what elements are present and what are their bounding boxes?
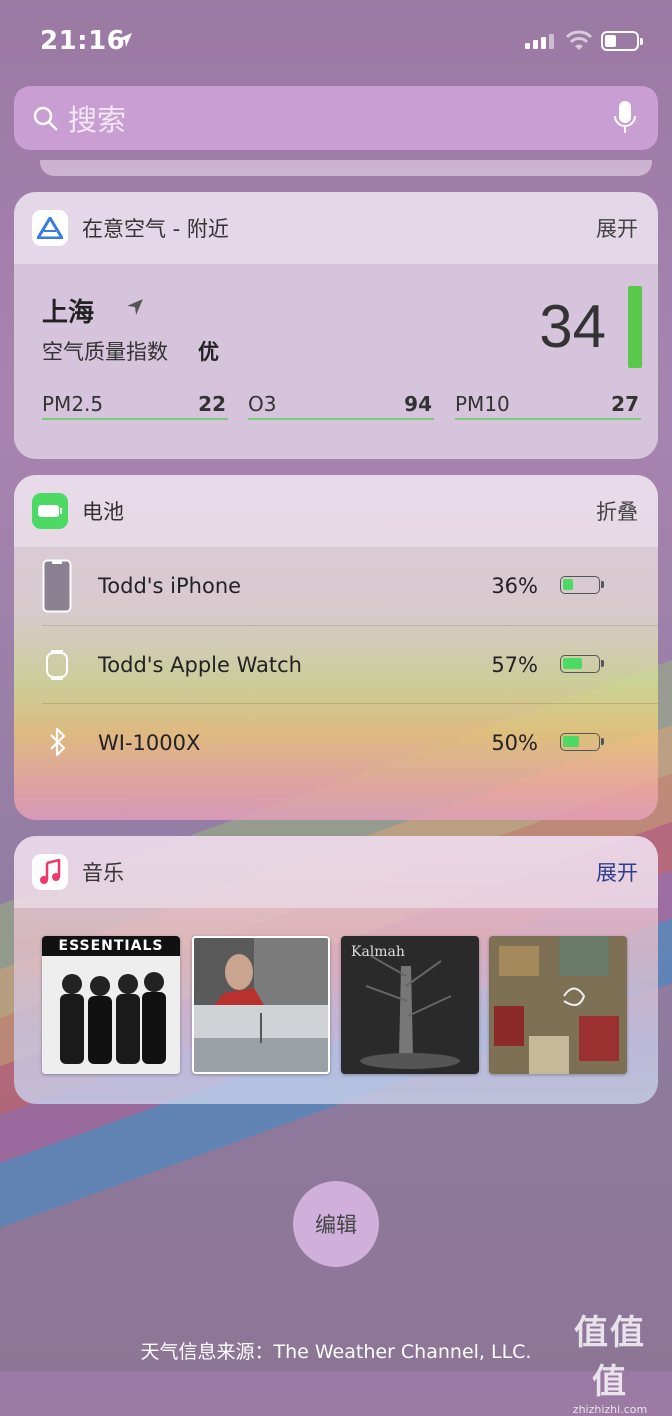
battery-percent: 57% bbox=[491, 653, 538, 677]
wifi-icon bbox=[565, 30, 593, 50]
expand-button[interactable]: 展开 bbox=[596, 213, 638, 243]
aqi-value: 34 bbox=[539, 293, 606, 360]
watch-icon bbox=[46, 650, 68, 680]
battery-app-icon bbox=[32, 493, 68, 529]
indicator-o3: O3 94 bbox=[248, 392, 434, 420]
widget-header[interactable]: 电池 折叠 bbox=[14, 475, 658, 547]
indicator-value: 22 bbox=[198, 392, 226, 416]
aqi-label: 空气质量指数 bbox=[42, 340, 168, 364]
search-bar[interactable]: 搜索 bbox=[14, 86, 658, 150]
battery-widget: 电池 折叠 Todd's iPhone 36% Todd's Apple Wat… bbox=[14, 475, 658, 820]
music-app-icon bbox=[32, 854, 68, 890]
status-bar: 21:16 bbox=[0, 0, 672, 80]
album-title-text: ESSENTIALS bbox=[42, 936, 180, 956]
device-name: Todd's Apple Watch bbox=[98, 653, 302, 677]
cellular-signal-icon bbox=[525, 34, 554, 49]
album-cover[interactable] bbox=[192, 936, 330, 1074]
watermark-logo: 值值值 bbox=[574, 1313, 646, 1402]
iphone-icon bbox=[42, 559, 72, 613]
album-art-image bbox=[360, 955, 460, 1069]
aqi-level: 优 bbox=[198, 340, 219, 364]
watermark-url: zhizhizhi.com bbox=[572, 1403, 648, 1416]
city-name: 上海 bbox=[42, 298, 95, 328]
battery-percent: 36% bbox=[491, 574, 538, 598]
aqi-level-bar bbox=[628, 286, 642, 368]
widget-peek-edge bbox=[40, 160, 652, 176]
indicator-pm25: PM2.5 22 bbox=[42, 392, 228, 420]
widget-header[interactable]: 音乐 展开 bbox=[14, 836, 658, 908]
album-cover[interactable]: ESSENTIALS bbox=[42, 936, 180, 1074]
status-time: 21:16 bbox=[40, 26, 126, 56]
location-arrow-icon bbox=[118, 33, 132, 47]
location-arrow-icon bbox=[127, 299, 143, 315]
widget-title: 在意空气 - 附近 bbox=[82, 217, 229, 241]
battery-level-icon bbox=[560, 733, 604, 751]
device-name: WI-1000X bbox=[98, 731, 201, 755]
watermark: 值值值 zhizhizhi.com bbox=[558, 1305, 662, 1416]
indicator-name: PM2.5 bbox=[42, 392, 104, 416]
indicator-pm10: PM10 27 bbox=[455, 392, 641, 420]
device-row: WI-1000X 50% bbox=[14, 704, 658, 782]
music-widget: 音乐 展开 ESSENTIALS Kalmah bbox=[14, 836, 658, 1104]
device-row: Todd's iPhone 36% bbox=[14, 547, 658, 625]
edit-button[interactable]: 编辑 bbox=[293, 1181, 379, 1267]
air-quality-widget: 在意空气 - 附近 展开 上海 空气质量指数 优 34 PM2.5 22 O3 … bbox=[14, 192, 658, 459]
air-app-icon bbox=[32, 210, 68, 246]
band-photo-image bbox=[42, 956, 180, 1074]
widget-title: 音乐 bbox=[82, 861, 124, 885]
device-name: Todd's iPhone bbox=[98, 574, 242, 598]
bluetooth-icon bbox=[50, 727, 66, 757]
album-art-image bbox=[489, 936, 627, 1074]
device-row: Todd's Apple Watch 57% bbox=[14, 626, 658, 704]
album-cover[interactable]: Kalmah bbox=[341, 936, 479, 1074]
expand-button[interactable]: 展开 bbox=[596, 857, 638, 887]
widget-title: 电池 bbox=[82, 500, 124, 524]
battery-level-icon bbox=[560, 655, 604, 673]
search-icon bbox=[33, 106, 58, 131]
widget-header[interactable]: 在意空气 - 附近 展开 bbox=[14, 192, 658, 264]
indicator-value: 94 bbox=[404, 392, 432, 416]
album-cover[interactable] bbox=[489, 936, 627, 1074]
collapse-button[interactable]: 折叠 bbox=[596, 496, 638, 526]
battery-percent: 50% bbox=[491, 731, 538, 755]
battery-level-icon bbox=[560, 576, 604, 594]
search-input[interactable]: 搜索 bbox=[68, 97, 614, 139]
indicator-name: PM10 bbox=[455, 392, 510, 416]
battery-icon bbox=[601, 31, 643, 51]
album-art-image bbox=[194, 938, 328, 1072]
indicator-name: O3 bbox=[248, 392, 277, 416]
indicator-value: 27 bbox=[611, 392, 639, 416]
microphone-icon[interactable] bbox=[614, 100, 636, 136]
